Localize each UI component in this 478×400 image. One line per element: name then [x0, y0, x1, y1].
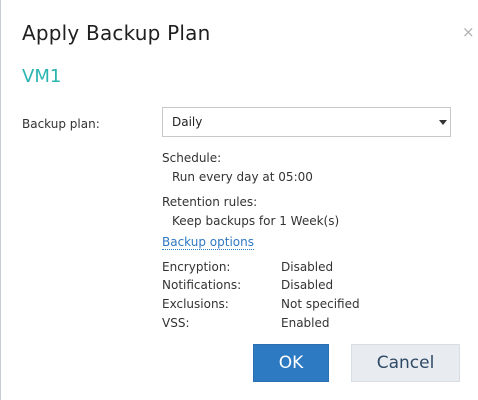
option-value-notifications: Disabled — [281, 278, 334, 292]
dialog-title: Apply Backup Plan — [22, 21, 211, 45]
ok-button[interactable]: OK — [253, 344, 329, 382]
option-key-vss: VSS: — [162, 316, 190, 330]
backup-options-link[interactable]: Backup options — [162, 235, 254, 250]
option-value-encryption: Disabled — [281, 260, 334, 274]
option-value-exclusions: Not specified — [281, 297, 360, 311]
backup-plan-selected-value: Daily — [172, 115, 203, 129]
retention-value: Keep backups for 1 Week(s) — [172, 214, 340, 228]
option-key-exclusions: Exclusions: — [162, 297, 229, 311]
schedule-label: Schedule: — [162, 151, 222, 165]
option-key-encryption: Encryption: — [162, 260, 231, 274]
schedule-value: Run every day at 05:00 — [172, 170, 313, 184]
caret-down-icon — [439, 120, 447, 125]
cancel-button[interactable]: Cancel — [351, 344, 460, 382]
apply-backup-plan-dialog: Apply Backup Plan × VM1 Backup plan: Dai… — [0, 0, 478, 400]
backup-plan-label: Backup plan: — [22, 117, 100, 131]
retention-label: Retention rules: — [162, 195, 258, 209]
backup-plan-select[interactable]: Daily — [162, 107, 451, 137]
option-value-vss: Enabled — [281, 316, 330, 330]
vm-name: VM1 — [22, 66, 62, 87]
option-key-notifications: Notifications: — [162, 278, 242, 292]
close-icon[interactable]: × — [462, 25, 475, 40]
